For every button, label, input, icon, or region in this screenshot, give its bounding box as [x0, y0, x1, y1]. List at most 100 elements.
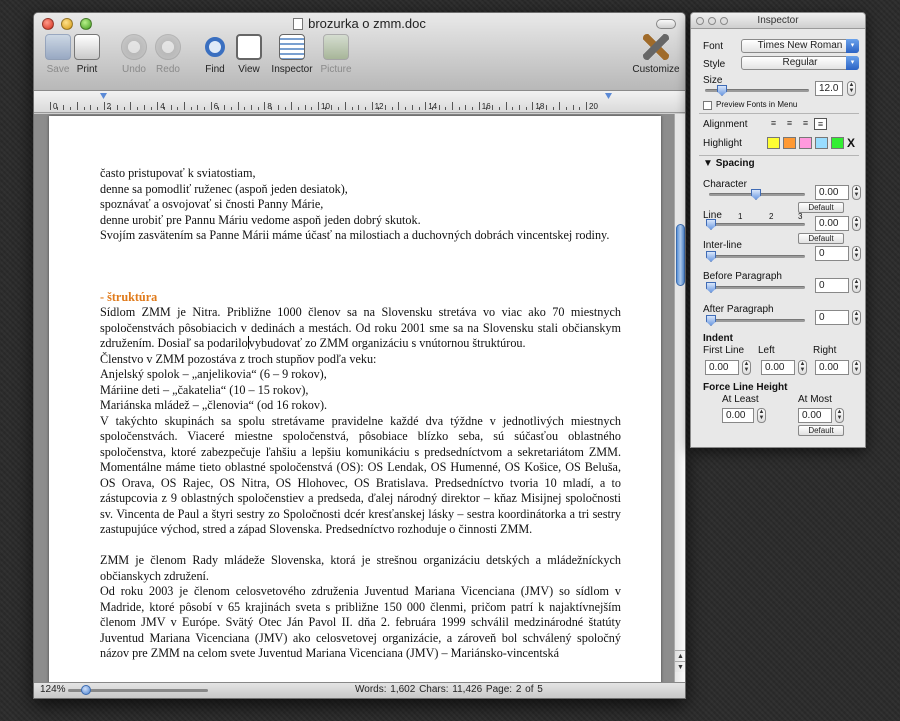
interline-slider[interactable] [706, 251, 805, 262]
size-field[interactable]: 12.0 [815, 81, 843, 96]
at-least-stepper[interactable]: ▲ ▼ [757, 408, 766, 423]
inspector-zoom-button[interactable] [720, 17, 728, 25]
after-paragraph-field[interactable]: 0 [815, 310, 849, 325]
interline-stepper[interactable]: ▲ ▼ [852, 246, 861, 261]
highlight-pink-swatch[interactable] [799, 137, 812, 149]
character-default-button[interactable]: Default [798, 202, 844, 213]
align-justify-button[interactable]: ≡ [814, 118, 827, 130]
redo-icon [155, 34, 181, 60]
picture-button[interactable]: Picture [314, 34, 358, 75]
text-line: denne sa pomodliť ruženec (aspoň jeden d… [100, 181, 348, 196]
ruler-tick [492, 105, 494, 110]
undo-label: Undo [122, 64, 146, 75]
ruler-tick [405, 107, 407, 110]
ruler-tick [224, 105, 226, 110]
ruler-tick [297, 107, 299, 110]
tools-icon [643, 34, 669, 60]
left-indent-stepper[interactable]: ▲ ▼ [798, 360, 807, 375]
character-slider[interactable] [709, 189, 805, 200]
before-paragraph-stepper[interactable]: ▲ ▼ [852, 278, 861, 293]
style-select[interactable]: Regular ▾ [741, 56, 859, 70]
redo-button[interactable]: Redo [146, 34, 190, 75]
line-slider-knob[interactable] [706, 219, 716, 230]
character-field[interactable]: 0.00 [815, 185, 849, 200]
highlight-clear-button[interactable]: X [847, 136, 855, 150]
align-right-button[interactable]: ≡ [799, 118, 812, 130]
left-indent-field[interactable]: 0.00 [761, 360, 795, 375]
preview-fonts-checkbox[interactable] [703, 101, 712, 110]
view-button[interactable]: View [227, 34, 271, 75]
ruler-tick [251, 105, 252, 110]
page[interactable]: často pristupovať k sviatostiam, denne s… [49, 116, 661, 684]
after-paragraph-slider[interactable] [706, 315, 805, 326]
after-paragraph-slider-knob[interactable] [706, 315, 716, 326]
ruler-number: 6 [213, 102, 219, 111]
zoom-level: 124% [40, 684, 66, 695]
ruler-tick [123, 107, 125, 110]
line-field[interactable]: 0.00 [815, 216, 849, 231]
first-line-field[interactable]: 0.00 [705, 360, 739, 375]
scroll-up-arrow[interactable]: ▲ [675, 650, 685, 661]
ruler-tick [264, 102, 266, 110]
at-least-field[interactable]: 0.00 [722, 408, 754, 423]
right-indent-field[interactable]: 0.00 [815, 360, 849, 375]
right-indent-stepper[interactable]: ▲ ▼ [852, 360, 861, 375]
title-bar[interactable]: brozurka o zmm.doc Save Print Undo Redo … [34, 13, 685, 91]
after-paragraph-stepper[interactable]: ▲ ▼ [852, 310, 861, 325]
size-stepper[interactable]: ▲ ▼ [847, 81, 856, 96]
highlight-green-swatch[interactable] [831, 137, 844, 149]
at-most-field[interactable]: 0.00 [798, 408, 832, 423]
inspector-title-bar[interactable]: Inspector [691, 13, 865, 29]
right-margin-marker[interactable] [605, 93, 612, 99]
document-scroll-area[interactable]: často pristupovať k sviatostiam, denne s… [34, 114, 676, 684]
line-slider[interactable] [706, 219, 805, 230]
customize-button[interactable]: Customize [631, 34, 681, 75]
scroll-thumb[interactable] [676, 224, 685, 286]
before-paragraph-slider-knob[interactable] [706, 282, 716, 293]
ruler[interactable]: 0 2 4 6 8 10 12 14 16 18 20 [34, 91, 685, 113]
at-most-stepper[interactable]: ▲ ▼ [835, 408, 844, 423]
ruler-tick [418, 107, 420, 110]
inspector-close-button[interactable] [696, 17, 704, 25]
first-line-label: First Line [703, 345, 745, 356]
highlight-blue-swatch[interactable] [815, 137, 828, 149]
highlight-orange-swatch[interactable] [783, 137, 796, 149]
left-margin-marker[interactable] [100, 93, 107, 99]
toolbar-toggle-button[interactable] [656, 19, 676, 29]
size-slider-knob[interactable] [717, 85, 727, 96]
scroll-down-arrow[interactable]: ▼ [675, 661, 685, 672]
vertical-scrollbar[interactable]: ▲ ▼ [674, 114, 685, 684]
align-left-button[interactable]: ≡ [767, 118, 780, 130]
character-stepper[interactable]: ▲ ▼ [852, 185, 861, 200]
spacing-label: Spacing [715, 158, 755, 169]
print-button[interactable]: Print [65, 34, 109, 75]
inspector-minimize-button[interactable] [708, 17, 716, 25]
paragraph: V takýchto skupinách sa spolu stretávame… [100, 413, 621, 537]
font-select[interactable]: Times New Roman ▾ [741, 39, 859, 53]
first-line-stepper[interactable]: ▲ ▼ [742, 360, 751, 375]
page-text[interactable]: často pristupovať k sviatostiam, denne s… [100, 166, 621, 662]
before-paragraph-field[interactable]: 0 [815, 278, 849, 293]
interline-slider-knob[interactable] [706, 251, 716, 262]
character-slider-knob[interactable] [751, 189, 761, 200]
ruler-tick [385, 105, 386, 110]
size-slider[interactable] [705, 85, 809, 96]
zoom-slider-knob[interactable] [81, 685, 91, 695]
line-height-default-button[interactable]: Default [798, 425, 844, 436]
before-paragraph-slider[interactable] [706, 282, 805, 293]
highlight-yellow-swatch[interactable] [767, 137, 780, 149]
ruler-tick [545, 105, 547, 110]
ruler-tick [143, 105, 145, 110]
inspector-label: Inspector [271, 64, 313, 75]
document-statistics: Words: 1,602 Chars: 11,426 Page: 2 of 5 [355, 684, 543, 695]
spacing-section[interactable]: ▼ Spacing [703, 158, 755, 169]
interline-field[interactable]: 0 [815, 246, 849, 261]
inspector-button[interactable]: Inspector [270, 34, 314, 75]
ruler-tick [311, 107, 313, 110]
ruler-number: 2 [106, 102, 112, 111]
line-default-button[interactable]: Default [798, 233, 844, 244]
ruler-tick [96, 107, 98, 110]
zoom-slider[interactable] [68, 685, 208, 695]
line-stepper[interactable]: ▲ ▼ [852, 216, 861, 231]
align-center-button[interactable]: ≡ [783, 118, 796, 130]
